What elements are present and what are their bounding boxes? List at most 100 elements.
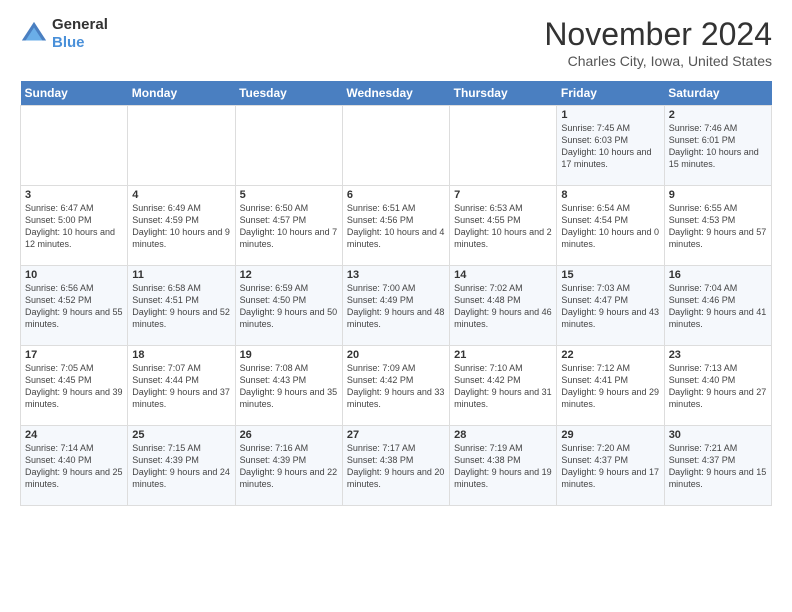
day-info: Sunrise: 6:47 AMSunset: 5:00 PMDaylight:… (25, 202, 123, 251)
day-info: Sunrise: 6:53 AMSunset: 4:55 PMDaylight:… (454, 202, 552, 251)
day-number: 23 (669, 349, 767, 361)
calendar-cell: 24Sunrise: 7:14 AMSunset: 4:40 PMDayligh… (21, 426, 128, 506)
day-number: 11 (132, 269, 230, 281)
day-info: Sunrise: 7:17 AMSunset: 4:38 PMDaylight:… (347, 442, 445, 491)
day-number: 9 (669, 189, 767, 201)
day-number: 1 (561, 109, 659, 121)
logo-line1: General (52, 16, 108, 34)
logo-icon (20, 20, 48, 48)
day-info: Sunrise: 7:05 AMSunset: 4:45 PMDaylight:… (25, 362, 123, 411)
week-row-0: 1Sunrise: 7:45 AMSunset: 6:03 PMDaylight… (21, 106, 772, 186)
calendar-cell: 28Sunrise: 7:19 AMSunset: 4:38 PMDayligh… (450, 426, 557, 506)
day-info: Sunrise: 7:03 AMSunset: 4:47 PMDaylight:… (561, 282, 659, 331)
calendar-cell: 18Sunrise: 7:07 AMSunset: 4:44 PMDayligh… (128, 346, 235, 426)
day-info: Sunrise: 7:07 AMSunset: 4:44 PMDaylight:… (132, 362, 230, 411)
day-info: Sunrise: 6:59 AMSunset: 4:50 PMDaylight:… (240, 282, 338, 331)
day-info: Sunrise: 6:56 AMSunset: 4:52 PMDaylight:… (25, 282, 123, 331)
day-info: Sunrise: 6:54 AMSunset: 4:54 PMDaylight:… (561, 202, 659, 251)
day-number: 16 (669, 269, 767, 281)
day-number: 12 (240, 269, 338, 281)
header-day-wednesday: Wednesday (342, 81, 449, 106)
header-day-friday: Friday (557, 81, 664, 106)
calendar-cell: 7Sunrise: 6:53 AMSunset: 4:55 PMDaylight… (450, 186, 557, 266)
calendar-cell: 23Sunrise: 7:13 AMSunset: 4:40 PMDayligh… (664, 346, 771, 426)
header-day-monday: Monday (128, 81, 235, 106)
calendar-cell (235, 106, 342, 186)
day-info: Sunrise: 7:04 AMSunset: 4:46 PMDaylight:… (669, 282, 767, 331)
calendar-table: SundayMondayTuesdayWednesdayThursdayFrid… (20, 81, 772, 506)
calendar-cell: 27Sunrise: 7:17 AMSunset: 4:38 PMDayligh… (342, 426, 449, 506)
day-info: Sunrise: 7:14 AMSunset: 4:40 PMDaylight:… (25, 442, 123, 491)
calendar-cell: 5Sunrise: 6:50 AMSunset: 4:57 PMDaylight… (235, 186, 342, 266)
day-number: 4 (132, 189, 230, 201)
day-number: 8 (561, 189, 659, 201)
day-info: Sunrise: 7:00 AMSunset: 4:49 PMDaylight:… (347, 282, 445, 331)
calendar-cell: 26Sunrise: 7:16 AMSunset: 4:39 PMDayligh… (235, 426, 342, 506)
calendar-cell: 20Sunrise: 7:09 AMSunset: 4:42 PMDayligh… (342, 346, 449, 426)
day-info: Sunrise: 7:20 AMSunset: 4:37 PMDaylight:… (561, 442, 659, 491)
day-info: Sunrise: 7:19 AMSunset: 4:38 PMDaylight:… (454, 442, 552, 491)
day-info: Sunrise: 7:21 AMSunset: 4:37 PMDaylight:… (669, 442, 767, 491)
week-row-2: 10Sunrise: 6:56 AMSunset: 4:52 PMDayligh… (21, 266, 772, 346)
day-number: 14 (454, 269, 552, 281)
week-row-4: 24Sunrise: 7:14 AMSunset: 4:40 PMDayligh… (21, 426, 772, 506)
day-number: 15 (561, 269, 659, 281)
day-info: Sunrise: 7:12 AMSunset: 4:41 PMDaylight:… (561, 362, 659, 411)
day-number: 27 (347, 429, 445, 441)
calendar-cell (21, 106, 128, 186)
calendar-cell: 1Sunrise: 7:45 AMSunset: 6:03 PMDaylight… (557, 106, 664, 186)
day-info: Sunrise: 6:51 AMSunset: 4:56 PMDaylight:… (347, 202, 445, 251)
calendar-cell: 12Sunrise: 6:59 AMSunset: 4:50 PMDayligh… (235, 266, 342, 346)
header-day-tuesday: Tuesday (235, 81, 342, 106)
day-info: Sunrise: 7:46 AMSunset: 6:01 PMDaylight:… (669, 122, 767, 171)
day-number: 6 (347, 189, 445, 201)
day-number: 24 (25, 429, 123, 441)
calendar-cell (342, 106, 449, 186)
logo: General Blue (20, 16, 108, 52)
day-number: 10 (25, 269, 123, 281)
day-number: 30 (669, 429, 767, 441)
calendar-body: 1Sunrise: 7:45 AMSunset: 6:03 PMDaylight… (21, 106, 772, 506)
day-number: 3 (25, 189, 123, 201)
header-day-saturday: Saturday (664, 81, 771, 106)
day-number: 17 (25, 349, 123, 361)
logo-text: General Blue (52, 16, 108, 52)
calendar-cell: 3Sunrise: 6:47 AMSunset: 5:00 PMDaylight… (21, 186, 128, 266)
calendar-cell: 8Sunrise: 6:54 AMSunset: 4:54 PMDaylight… (557, 186, 664, 266)
day-number: 19 (240, 349, 338, 361)
calendar-cell: 19Sunrise: 7:08 AMSunset: 4:43 PMDayligh… (235, 346, 342, 426)
calendar-cell: 9Sunrise: 6:55 AMSunset: 4:53 PMDaylight… (664, 186, 771, 266)
day-info: Sunrise: 6:58 AMSunset: 4:51 PMDaylight:… (132, 282, 230, 331)
day-info: Sunrise: 7:16 AMSunset: 4:39 PMDaylight:… (240, 442, 338, 491)
calendar-cell: 10Sunrise: 6:56 AMSunset: 4:52 PMDayligh… (21, 266, 128, 346)
month-title: November 2024 (544, 16, 772, 53)
day-number: 26 (240, 429, 338, 441)
calendar-cell: 15Sunrise: 7:03 AMSunset: 4:47 PMDayligh… (557, 266, 664, 346)
day-info: Sunrise: 6:49 AMSunset: 4:59 PMDaylight:… (132, 202, 230, 251)
page: General Blue November 2024 Charles City,… (0, 0, 792, 516)
day-number: 25 (132, 429, 230, 441)
day-info: Sunrise: 7:15 AMSunset: 4:39 PMDaylight:… (132, 442, 230, 491)
header-row: SundayMondayTuesdayWednesdayThursdayFrid… (21, 81, 772, 106)
logo-line2: Blue (52, 34, 108, 52)
day-number: 18 (132, 349, 230, 361)
calendar-cell: 16Sunrise: 7:04 AMSunset: 4:46 PMDayligh… (664, 266, 771, 346)
calendar-cell: 29Sunrise: 7:20 AMSunset: 4:37 PMDayligh… (557, 426, 664, 506)
day-info: Sunrise: 7:10 AMSunset: 4:42 PMDaylight:… (454, 362, 552, 411)
header-day-sunday: Sunday (21, 81, 128, 106)
day-info: Sunrise: 7:09 AMSunset: 4:42 PMDaylight:… (347, 362, 445, 411)
calendar-cell (128, 106, 235, 186)
day-info: Sunrise: 7:02 AMSunset: 4:48 PMDaylight:… (454, 282, 552, 331)
day-number: 2 (669, 109, 767, 121)
calendar-cell: 21Sunrise: 7:10 AMSunset: 4:42 PMDayligh… (450, 346, 557, 426)
calendar-cell: 30Sunrise: 7:21 AMSunset: 4:37 PMDayligh… (664, 426, 771, 506)
day-info: Sunrise: 7:45 AMSunset: 6:03 PMDaylight:… (561, 122, 659, 171)
calendar-cell: 11Sunrise: 6:58 AMSunset: 4:51 PMDayligh… (128, 266, 235, 346)
calendar-cell (450, 106, 557, 186)
day-number: 22 (561, 349, 659, 361)
title-block: November 2024 Charles City, Iowa, United… (544, 16, 772, 69)
day-number: 13 (347, 269, 445, 281)
calendar-cell: 14Sunrise: 7:02 AMSunset: 4:48 PMDayligh… (450, 266, 557, 346)
calendar-cell: 2Sunrise: 7:46 AMSunset: 6:01 PMDaylight… (664, 106, 771, 186)
header-day-thursday: Thursday (450, 81, 557, 106)
